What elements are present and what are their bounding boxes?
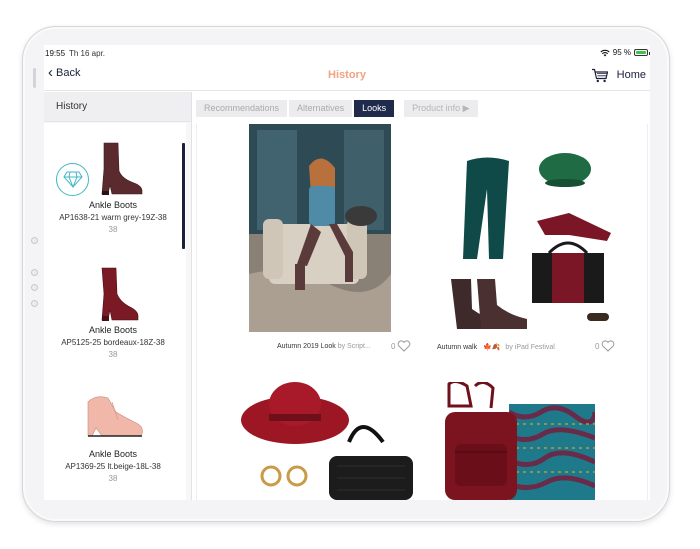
home-button[interactable]: Home (617, 69, 646, 81)
diamond-icon (62, 171, 83, 188)
look-author: by iPad Festival (505, 344, 555, 351)
item-name: Ankle Boots (88, 449, 138, 459)
nav-bar: ‹ Back History Home (44, 61, 650, 91)
cart-icon[interactable] (591, 68, 609, 83)
item-name: Ankle Boots (88, 200, 138, 210)
list-item[interactable]: Ankle Boots AP1369-25 lt.beige-18L-38 38 (44, 382, 182, 500)
volume-down-button (31, 269, 38, 276)
leaf-emoji: 🍁🍂 (483, 344, 501, 351)
look-title: Autumn 2019 Look by Script... (277, 343, 371, 350)
item-size: 38 (108, 350, 118, 359)
look-title-text: Autumn 2019 Look (277, 343, 336, 350)
heart-icon (398, 340, 411, 352)
look-card[interactable] (437, 149, 617, 334)
look-card[interactable] (249, 124, 391, 332)
look-image (249, 124, 391, 332)
side-button-2 (31, 300, 38, 307)
segment-tabs: Recommendations Alternatives Looks Produ… (196, 100, 478, 117)
look-image (445, 379, 598, 500)
list-item[interactable]: Ankle Boots AP5125-25 bordeaux-18Z-38 38 (44, 258, 182, 378)
look-author: by Script... (337, 343, 371, 350)
like-count: 0 (391, 341, 396, 351)
look-image (241, 382, 413, 500)
battery-icon (634, 49, 650, 56)
status-time: 19:55 (45, 49, 66, 58)
product-thumbnail (87, 396, 143, 437)
product-thumbnail (101, 267, 139, 321)
status-date: Th 16 apr. (69, 49, 106, 58)
heart-icon (602, 340, 615, 352)
look-title-text: Autumn walk (437, 344, 478, 351)
tab-recommendations[interactable]: Recommendations (196, 100, 288, 117)
wifi-icon (600, 49, 610, 56)
history-sidebar: History Ankle Boots AP1638-21 warm grey-… (44, 92, 192, 500)
tab-looks[interactable]: Looks (354, 100, 395, 117)
like-button[interactable]: 0 (391, 340, 411, 352)
item-code: AP5125-25 bordeaux-18Z-38 (61, 338, 165, 347)
sidebar-header: History (44, 92, 191, 122)
look-card[interactable] (237, 382, 417, 500)
product-thumbnail (101, 142, 143, 195)
side-button (31, 284, 38, 291)
look-title: Autumn walk 🍁🍂 by iPad Festival (437, 343, 555, 351)
item-name: Ankle Boots (88, 325, 138, 335)
look-image (451, 153, 611, 329)
like-button[interactable]: 0 (595, 340, 615, 352)
item-size: 38 (108, 225, 118, 234)
item-code: AP1369-25 lt.beige-18L-38 (65, 462, 161, 471)
item-code: AP1638-21 warm grey-19Z-38 (59, 213, 167, 222)
history-list[interactable]: Ankle Boots AP1638-21 warm grey-19Z-38 3… (44, 123, 186, 500)
diamond-badge (56, 163, 89, 196)
scrollbar[interactable] (182, 143, 185, 249)
mute-switch (33, 68, 36, 88)
tab-product-info[interactable]: Product info ▶ (404, 100, 478, 117)
list-item[interactable]: Ankle Boots AP1638-21 warm grey-19Z-38 3… (44, 133, 182, 253)
app-screen: 19:55 Th 16 apr. 95 % ‹ Back History Hom… (44, 45, 650, 500)
item-size: 38 (108, 474, 118, 483)
page-title: History (328, 69, 366, 81)
volume-up-button (31, 237, 38, 244)
like-count: 0 (595, 341, 600, 351)
status-bar: 19:55 Th 16 apr. 95 % (44, 45, 650, 61)
look-card[interactable] (435, 379, 598, 500)
tab-alternatives[interactable]: Alternatives (289, 100, 353, 117)
battery-percent: 95 % (612, 48, 631, 57)
looks-grid: Autumn 2019 Look by Script... 0 Autumn w… (196, 124, 648, 500)
